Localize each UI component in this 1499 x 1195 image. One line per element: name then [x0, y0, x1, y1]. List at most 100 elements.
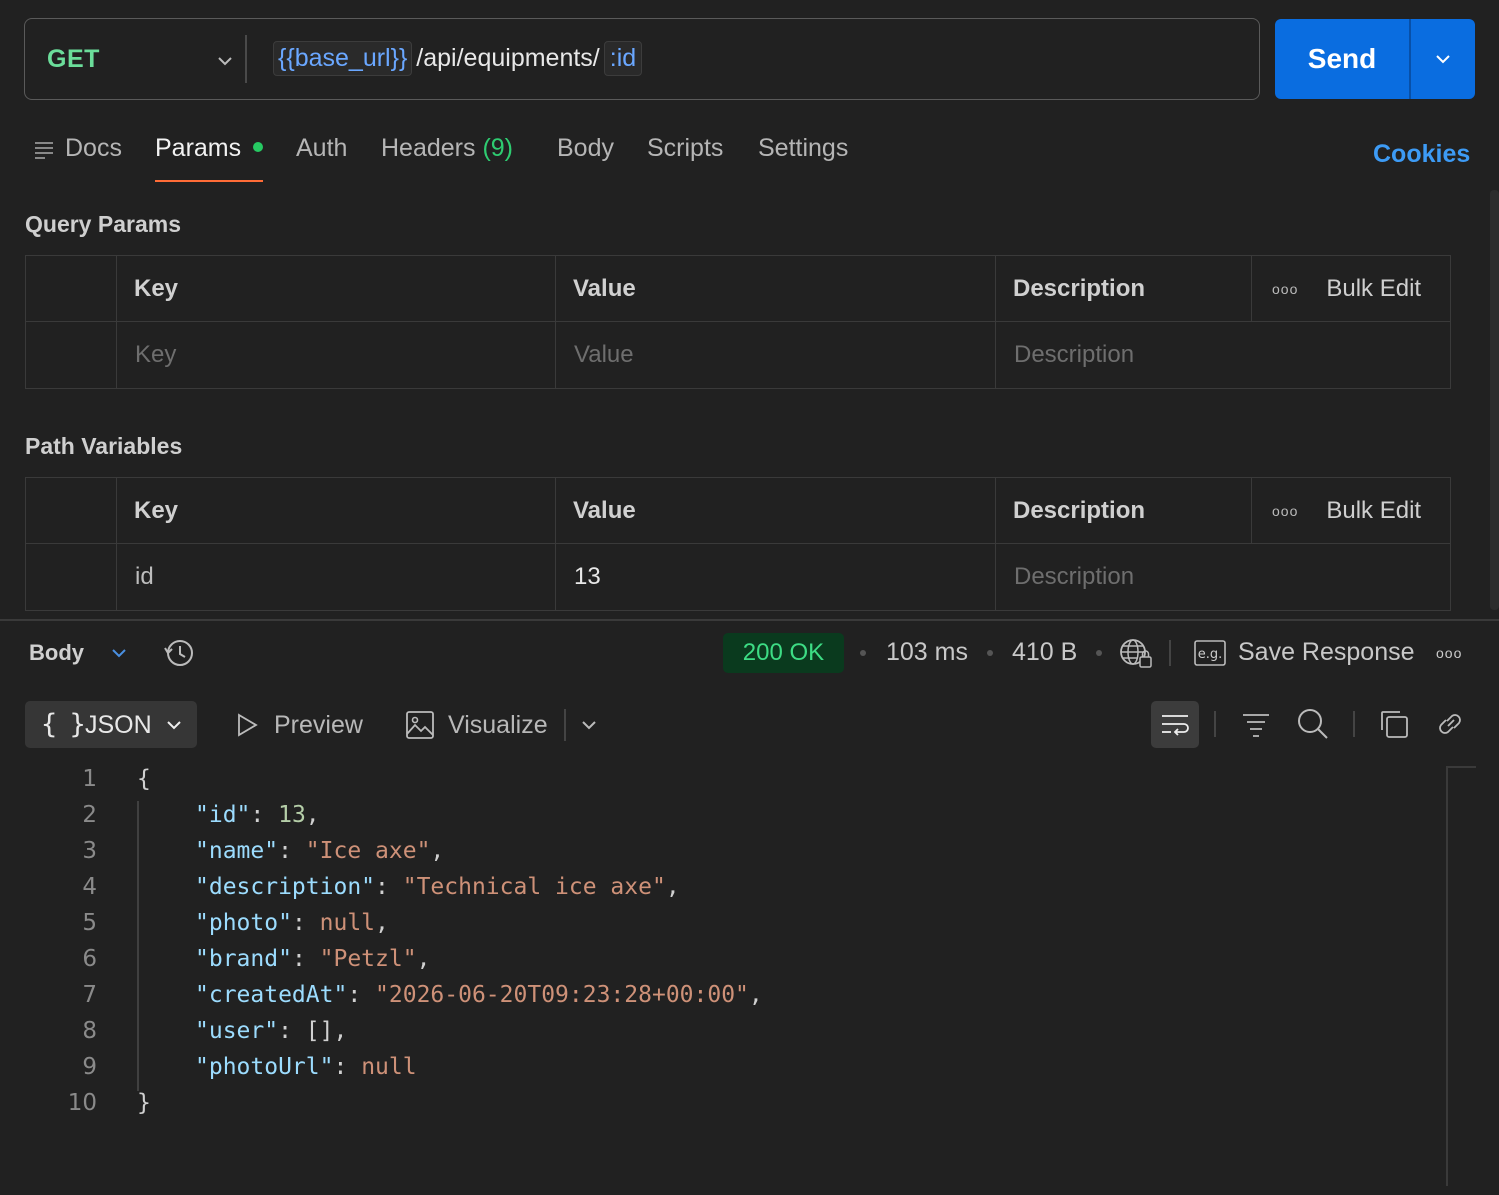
send-button-group: Send	[1275, 19, 1475, 99]
tab-settings[interactable]: Settings	[758, 134, 848, 163]
response-code-viewer[interactable]: 1{ 2 "id": 13, 3 "name": "Ice axe", 4 "desc…	[0, 766, 1445, 1186]
response-time[interactable]: 103 ms	[886, 638, 968, 667]
headers-count-badge: (9)	[482, 134, 514, 162]
tab-params-label: Params	[155, 134, 242, 162]
chevron-down-icon[interactable]	[108, 642, 130, 664]
chevron-down-icon[interactable]	[1431, 47, 1455, 71]
method-selector[interactable]: GET	[47, 45, 100, 74]
table-actions: ooo Bulk Edit	[1251, 478, 1451, 543]
separator-dot	[1096, 650, 1102, 656]
format-label: JSON	[85, 711, 152, 739]
code-line: 4 "description": "Technical ice axe",	[0, 874, 1445, 910]
code-text: "brand": "Petzl",	[195, 946, 431, 972]
code-line: 8 "user": [],	[0, 1018, 1445, 1054]
more-options-icon[interactable]: ooo	[1436, 645, 1462, 661]
table-header-row: Key Value Description ooo Bulk Edit	[26, 478, 1450, 544]
line-number: 6	[82, 946, 97, 972]
column-header-value: Value	[555, 478, 995, 543]
tab-body[interactable]: Body	[557, 134, 614, 163]
preview-button[interactable]: Preview	[274, 711, 363, 740]
line-number: 4	[82, 874, 97, 900]
line-number: 9	[82, 1054, 97, 1080]
divider	[1353, 711, 1355, 737]
code-line: 10}	[0, 1090, 1445, 1126]
more-options-icon[interactable]: ooo	[1272, 503, 1298, 519]
send-button[interactable]: Send	[1275, 19, 1409, 99]
line-number: 1	[82, 766, 97, 792]
column-header-description: Description	[995, 256, 1251, 321]
divider	[1409, 19, 1411, 99]
checkbox-column	[26, 478, 116, 543]
filter-icon[interactable]	[1240, 710, 1272, 740]
svg-text:e.g.: e.g.	[1198, 647, 1223, 662]
chevron-down-icon[interactable]	[213, 49, 237, 73]
format-selector[interactable]: { } JSON	[25, 701, 197, 748]
request-url-bar: GET {{base_url}} /api/equipments/ :id	[24, 18, 1260, 100]
url-input[interactable]: {{base_url}} /api/equipments/ :id	[273, 41, 643, 76]
description-input[interactable]: Description	[995, 322, 1450, 388]
bulk-edit-button[interactable]: Bulk Edit	[1326, 275, 1421, 303]
table-header-row: Key Value Description ooo Bulk Edit	[26, 256, 1450, 322]
key-cell: id	[116, 544, 556, 610]
tab-scripts[interactable]: Scripts	[647, 134, 723, 163]
image-icon[interactable]	[404, 709, 436, 741]
copy-icon[interactable]	[1378, 708, 1410, 740]
network-globe-icon[interactable]	[1118, 636, 1154, 670]
response-size[interactable]: 410 B	[1012, 638, 1077, 667]
value-input[interactable]: Value	[555, 322, 995, 388]
more-options-icon[interactable]: ooo	[1272, 281, 1298, 297]
tab-params[interactable]: Params	[155, 134, 264, 163]
play-icon[interactable]	[234, 712, 260, 738]
example-icon[interactable]: e.g.	[1193, 638, 1227, 668]
tab-headers-label: Headers	[381, 134, 476, 162]
value-input[interactable]: 13	[555, 544, 995, 610]
active-tab-indicator	[155, 180, 263, 182]
query-params-table: Key Value Description ooo Bulk Edit Key …	[25, 255, 1451, 389]
scrollbar[interactable]	[1446, 766, 1448, 1186]
bulk-edit-button[interactable]: Bulk Edit	[1326, 497, 1421, 525]
column-header-key: Key	[116, 256, 556, 321]
line-number: 10	[67, 1090, 97, 1116]
description-input[interactable]: Description	[995, 544, 1450, 610]
code-line: 2 "id": 13,	[0, 802, 1445, 838]
word-wrap-button[interactable]	[1151, 701, 1199, 748]
tab-docs[interactable]: Docs	[65, 134, 122, 163]
key-input[interactable]: Key	[116, 322, 556, 388]
chevron-down-icon[interactable]	[578, 714, 600, 736]
save-response-button[interactable]: Save Response	[1238, 638, 1415, 667]
line-number: 3	[82, 838, 97, 864]
code-line: 7 "createdAt": "2026-06-20T09:23:28+00:00…	[0, 982, 1445, 1018]
scrollbar[interactable]	[1490, 190, 1499, 610]
url-variable-chip[interactable]: {{base_url}}	[273, 41, 413, 76]
divider	[1214, 711, 1216, 737]
wrap-lines-icon	[1162, 715, 1189, 736]
url-path-text: /api/equipments/	[416, 44, 600, 72]
column-header-description: Description	[995, 478, 1251, 543]
link-icon[interactable]	[1434, 708, 1466, 740]
status-badge[interactable]: 200 OK	[723, 633, 844, 673]
braces-icon: { }	[41, 709, 86, 740]
visualize-button[interactable]: Visualize	[448, 711, 548, 740]
path-param-chip[interactable]: :id	[603, 41, 643, 76]
code-text: "description": "Technical ice axe",	[195, 874, 680, 900]
path-variables-title: Path Variables	[25, 433, 183, 459]
table-row: id 13 Description	[26, 544, 1450, 610]
status-dot	[253, 142, 264, 153]
code-text: "photo": null,	[195, 910, 389, 936]
history-icon[interactable]	[162, 636, 196, 670]
line-number: 8	[82, 1018, 97, 1044]
pane-divider[interactable]	[0, 619, 1499, 621]
code-text: "photoUrl": null	[195, 1054, 417, 1080]
tab-headers[interactable]: Headers (9)	[381, 134, 513, 163]
code-line: 5 "photo": null,	[0, 910, 1445, 946]
search-icon[interactable]	[1296, 707, 1330, 741]
checkbox-cell	[26, 544, 116, 610]
code-text: "name": "Ice axe",	[195, 838, 445, 864]
response-body-dropdown[interactable]: Body	[29, 640, 84, 666]
cookies-link[interactable]: Cookies	[1373, 140, 1470, 169]
tab-auth[interactable]: Auth	[296, 134, 347, 163]
code-line: 1{	[0, 766, 1445, 802]
divider	[245, 35, 247, 83]
separator-dot	[860, 650, 866, 656]
checkbox-cell	[26, 322, 116, 388]
